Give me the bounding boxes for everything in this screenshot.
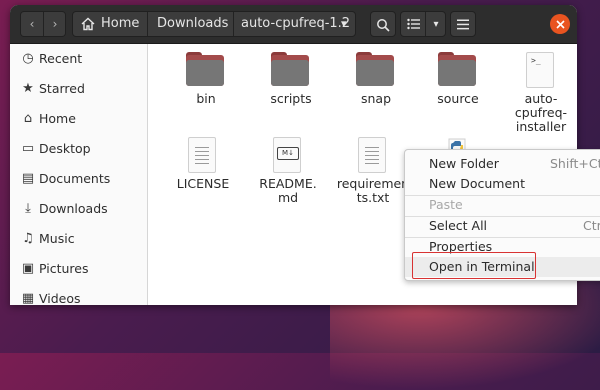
text-file-icon (358, 137, 386, 173)
text-file-icon (188, 137, 216, 173)
shortcut-label: Ctrl (583, 218, 600, 233)
file-label: bin (196, 91, 216, 106)
folder-snap[interactable]: snap (336, 52, 416, 112)
navigation-buttons: ‹ › (20, 11, 66, 37)
sidebar: ◷ Recent ★ Starred ⌂ Home ▭ Desktop ▤ Do… (10, 44, 148, 305)
file-label-line-1: README. (259, 176, 317, 191)
search-icon (377, 19, 390, 32)
sidebar-item-music[interactable]: ♫ Music (10, 224, 147, 254)
file-requirements[interactable]: requiremen ts.txt (333, 137, 413, 207)
desktop-icon: ▭ (21, 141, 35, 156)
file-readme[interactable]: M↓ README. md (248, 137, 328, 207)
breadcrumb-home[interactable]: Home (101, 12, 139, 36)
chevron-right-icon: › (52, 17, 58, 31)
header-bar: ‹ › Home Downloads auto-cpufreq-1.2 ▾ ▾ (10, 5, 577, 44)
folder-icon (438, 52, 476, 86)
annotation-highlight-box (412, 252, 536, 279)
folder-icon (356, 52, 394, 86)
menu-item-select-all[interactable]: Select All Ctrl (405, 216, 600, 236)
chevron-left-icon: ‹ (29, 17, 35, 31)
view-options-button[interactable]: ▾ (426, 12, 446, 36)
menu-button[interactable] (450, 11, 476, 37)
sidebar-item-label: Videos (39, 291, 81, 305)
sidebar-item-label: Recent (39, 51, 83, 66)
file-label-line-2: ts.txt (356, 190, 390, 205)
shortcut-label: Shift+Ctrl (550, 156, 600, 171)
list-view-button[interactable] (401, 12, 425, 36)
list-view-icon (406, 18, 420, 30)
folder-source[interactable]: source (418, 52, 498, 112)
sidebar-item-recent[interactable]: ◷ Recent (10, 44, 147, 74)
folder-icon (271, 52, 309, 86)
menu-item-new-folder[interactable]: New Folder Shift+Ctrl (405, 154, 600, 174)
file-label: LICENSE (176, 176, 230, 191)
pictures-icon: ▣ (21, 261, 35, 276)
sidebar-item-label: Downloads (39, 201, 108, 216)
menu-item-paste: Paste (405, 195, 600, 215)
folder-icon (186, 52, 224, 86)
folder-scripts[interactable]: scripts (251, 52, 331, 112)
videos-icon: ▦ (21, 291, 35, 305)
breadcrumb-downloads[interactable]: Downloads (157, 12, 228, 36)
breadcrumb-current-folder[interactable]: auto-cpufreq-1.2 (241, 12, 350, 36)
folder-bin[interactable]: bin (166, 52, 246, 112)
clock-icon: ◷ (22, 51, 34, 66)
sidebar-item-pictures[interactable]: ▣ Pictures (10, 254, 147, 284)
file-label-line-1: requiremen (336, 176, 410, 191)
sidebar-item-label: Documents (39, 171, 111, 186)
back-button[interactable]: ‹ (21, 12, 43, 36)
search-button[interactable] (370, 11, 396, 37)
menu-item-label: Paste (429, 197, 463, 212)
terminal-script-icon: >_ (526, 52, 554, 88)
star-icon: ★ (22, 81, 34, 96)
file-auto-cpufreq-installer[interactable]: >_ auto- cpufreq- installer (501, 52, 577, 134)
sidebar-item-label: Music (39, 231, 75, 246)
menu-item-new-document[interactable]: New Document (405, 174, 600, 194)
sidebar-item-desktop[interactable]: ▭ Desktop (10, 134, 147, 164)
menu-item-label: New Document (429, 176, 525, 191)
close-button[interactable] (550, 14, 570, 34)
close-icon (555, 20, 565, 29)
forward-button[interactable]: › (44, 12, 65, 36)
file-label-line-1: auto- (524, 91, 558, 106)
home-icon: ⌂ (23, 111, 33, 126)
file-label: source (437, 91, 479, 106)
sidebar-item-documents[interactable]: ▤ Documents (10, 164, 147, 194)
file-label: scripts (270, 91, 312, 106)
breadcrumb: Home Downloads auto-cpufreq-1.2 ▾ (72, 11, 356, 37)
view-toggle-group: ▾ (400, 11, 446, 37)
documents-icon: ▤ (21, 171, 35, 186)
chevron-down-icon[interactable]: ▾ (341, 12, 347, 36)
chevron-down-icon: ▾ (433, 19, 439, 30)
music-icon: ♫ (22, 231, 34, 246)
sidebar-item-label: Home (39, 111, 76, 126)
markdown-file-icon: M↓ (273, 137, 301, 173)
file-label-line-2: md (277, 190, 299, 205)
file-license[interactable]: LICENSE (163, 137, 243, 193)
sidebar-item-label: Pictures (39, 261, 89, 276)
file-label: snap (360, 91, 392, 106)
sidebar-item-videos[interactable]: ▦ Videos (10, 284, 147, 305)
menu-item-label: Select All (429, 218, 488, 233)
sidebar-item-home[interactable]: ⌂ Home (10, 104, 147, 134)
file-label-line-2: cpufreq- (514, 105, 568, 120)
menu-item-label: New Folder (429, 156, 499, 171)
downloads-icon: ⤓ (25, 201, 31, 216)
home-icon (81, 16, 95, 31)
sidebar-item-label: Starred (39, 81, 85, 96)
sidebar-item-downloads[interactable]: ⤓ Downloads (10, 194, 147, 224)
hamburger-menu-icon (457, 19, 469, 30)
sidebar-item-starred[interactable]: ★ Starred (10, 74, 147, 104)
file-label-line-3: installer (515, 119, 567, 134)
sidebar-item-label: Desktop (39, 141, 91, 156)
